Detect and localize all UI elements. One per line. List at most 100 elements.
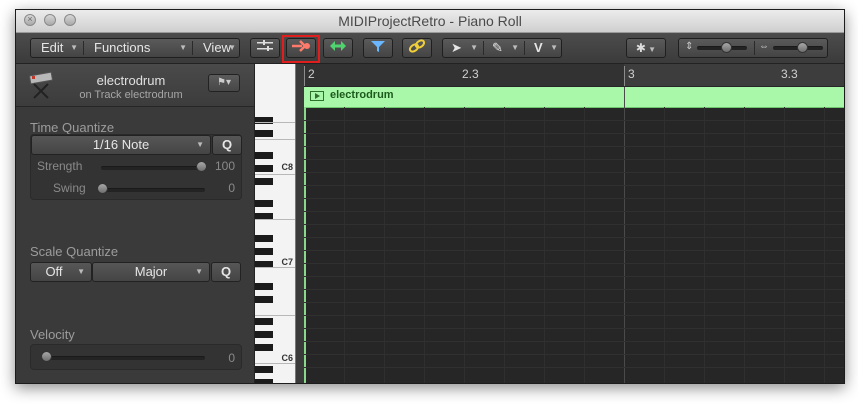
filter-button[interactable] xyxy=(363,38,393,58)
black-key[interactable] xyxy=(255,318,273,325)
black-key[interactable] xyxy=(255,379,273,383)
key-label-c8: C8 xyxy=(281,162,293,172)
time-quantize-label: Time Quantize xyxy=(30,120,115,135)
bar-line xyxy=(624,87,625,383)
velocity-slider-thumb[interactable] xyxy=(41,351,52,362)
velocity-slider[interactable] xyxy=(43,356,205,360)
grid-row xyxy=(304,159,844,160)
black-key[interactable] xyxy=(255,200,273,207)
vertical-zoom-icon: ⇕ xyxy=(685,41,694,52)
grid-row xyxy=(304,237,844,238)
key-divider xyxy=(255,363,295,364)
time-quantize-q-button[interactable]: Q xyxy=(212,135,242,155)
black-key[interactable] xyxy=(255,331,273,338)
grid-row xyxy=(304,328,844,329)
piano-roll-grid[interactable]: electrodrum xyxy=(304,87,844,383)
velocity-tool-menu[interactable]: V ▼ xyxy=(525,39,563,57)
grid-row xyxy=(304,276,844,277)
piano-roll-window: × MIDIProjectRetro - Piano Roll Edit ▼ F… xyxy=(15,9,845,384)
region-title: electrodrum xyxy=(330,89,394,101)
key-divider xyxy=(255,122,295,123)
key-label-c7: C7 xyxy=(281,257,293,267)
black-key[interactable] xyxy=(255,296,273,303)
swing-value: 0 xyxy=(228,181,235,195)
edit-menu[interactable]: Edit ▼ xyxy=(31,39,83,57)
strength-label: Strength xyxy=(37,159,83,173)
region-subtitle: on Track electrodrum xyxy=(79,89,183,101)
pointer-tool-menu[interactable]: ➤ ▼ xyxy=(443,39,483,57)
grid-row xyxy=(304,315,844,316)
black-key[interactable] xyxy=(255,165,273,172)
grid-row xyxy=(304,341,844,342)
ruler-label-2-3: 2.3 xyxy=(462,67,479,81)
scale-root-select[interactable]: Off ▼ xyxy=(30,262,92,282)
velocity-value: 0 xyxy=(228,351,235,365)
chevron-down-icon: ▼ xyxy=(70,43,78,52)
horizontal-zoom-thumb[interactable] xyxy=(797,42,808,53)
black-key[interactable] xyxy=(255,366,273,373)
link-button[interactable] xyxy=(402,38,432,58)
menu-segment: Edit ▼ Functions ▼ View ▼ xyxy=(30,38,240,58)
black-key[interactable] xyxy=(255,344,273,351)
key-divider xyxy=(255,139,295,140)
chevron-down-icon: ▼ xyxy=(195,267,203,276)
grid-row xyxy=(304,211,844,212)
ruler-label-3-3: 3.3 xyxy=(781,67,798,81)
functions-menu-label: Functions xyxy=(94,40,151,55)
chevron-down-icon: ▼ xyxy=(511,43,519,52)
settings-button[interactable]: ✱ ▼ xyxy=(626,38,666,58)
black-key[interactable] xyxy=(255,130,273,137)
pencil-icon: ✎ xyxy=(492,40,503,55)
grid-row xyxy=(304,120,844,121)
link-icon xyxy=(408,39,426,53)
title-bar: × MIDIProjectRetro - Piano Roll xyxy=(16,10,844,33)
region-options-button[interactable]: ⚑▾ xyxy=(208,74,240,92)
q-label: Q xyxy=(221,137,233,152)
piano-keyboard[interactable]: C8 C7 C6 xyxy=(255,64,296,383)
scale-quantize-q-button[interactable]: Q xyxy=(211,262,241,282)
window-title: MIDIProjectRetro - Piano Roll xyxy=(338,13,522,29)
chevron-down-icon: ▼ xyxy=(470,43,478,52)
tool-segment: ➤ ▼ ✎ ▼ V ▼ xyxy=(442,38,562,58)
region-play-icon xyxy=(310,91,324,101)
swing-label: Swing xyxy=(53,181,86,195)
grid-row xyxy=(304,185,844,186)
grid-row xyxy=(304,224,844,225)
toolbar: Edit ▼ Functions ▼ View ▼ ➤ ▼ ✎ ▼ V ▼ ✱ … xyxy=(16,33,844,64)
pencil-tool-menu[interactable]: ✎ ▼ xyxy=(484,39,524,57)
scale-type-select[interactable]: Major ▼ xyxy=(92,262,210,282)
chevron-down-icon: ▼ xyxy=(196,140,204,149)
chevron-down-icon: ▼ xyxy=(179,43,187,52)
time-quantize-select[interactable]: 1/16 Note ▼ xyxy=(31,135,211,155)
list-adjust-icon xyxy=(257,40,273,51)
chevron-down-icon: ▼ xyxy=(550,43,558,52)
catch-content-button[interactable] xyxy=(250,38,280,58)
timeline-ruler[interactable]: 2 2.3 3 3.3 xyxy=(304,64,844,87)
region-bar[interactable]: electrodrum xyxy=(304,87,844,108)
black-key[interactable] xyxy=(255,283,273,290)
grid-row xyxy=(304,146,844,147)
strength-slider[interactable] xyxy=(101,166,205,170)
grid-row xyxy=(304,172,844,173)
view-menu[interactable]: View ▼ xyxy=(193,39,241,57)
inspector-panel: electrodrum on Track electrodrum ⚑▾ Time… xyxy=(16,64,260,383)
swing-slider[interactable] xyxy=(101,188,205,192)
swing-slider-thumb[interactable] xyxy=(97,183,108,194)
grid-row xyxy=(304,133,844,134)
vertical-zoom-thumb[interactable] xyxy=(721,42,732,53)
flag-icon: ⚑▾ xyxy=(217,77,231,88)
grid-row xyxy=(304,263,844,264)
key-divider xyxy=(255,315,295,316)
black-key[interactable] xyxy=(255,178,273,185)
functions-menu[interactable]: Functions ▼ xyxy=(84,39,192,57)
chevron-down-icon: ▼ xyxy=(645,45,657,54)
black-key[interactable] xyxy=(255,235,273,242)
velocity-tool-label: V xyxy=(534,40,543,55)
black-key[interactable] xyxy=(255,248,273,255)
black-key[interactable] xyxy=(255,152,273,159)
velocity-box: 0 xyxy=(30,344,242,370)
q-label: Q xyxy=(220,264,232,279)
highlight-box xyxy=(282,35,320,63)
midi-out-button[interactable] xyxy=(323,38,353,58)
keyboard-stand-icon xyxy=(28,71,54,99)
